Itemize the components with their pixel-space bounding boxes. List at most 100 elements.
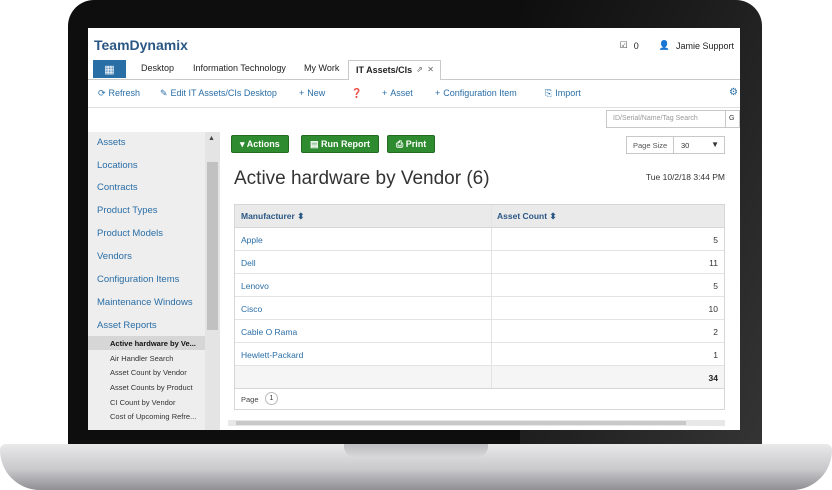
sidebar-report-asset-counts-product[interactable]: Asset Counts by Product xyxy=(110,383,193,392)
report-date: Tue 10/2/18 3:44 PM xyxy=(645,172,725,182)
column-asset-count[interactable]: Asset Count ⬍ xyxy=(497,211,557,222)
pin-icon[interactable]: ⇗ xyxy=(416,65,423,74)
app-screen: TeamDynamix ☑ 0 👤 Jamie Support ▦ Deskto… xyxy=(88,28,740,430)
import-button[interactable]: ⎘ Import xyxy=(545,88,581,99)
plus-icon: + xyxy=(435,88,441,98)
print-button[interactable]: ⎙ Print xyxy=(387,135,436,153)
gear-icon[interactable]: ⚙ xyxy=(729,87,738,98)
scroll-thumb[interactable] xyxy=(207,162,218,330)
search-button[interactable]: G xyxy=(726,110,740,128)
table-row: Dell 11 xyxy=(235,251,724,274)
tab-desktop[interactable]: Desktop xyxy=(141,63,174,73)
sidebar-item-configuration-items[interactable]: Configuration Items xyxy=(97,274,179,285)
column-divider xyxy=(491,343,492,365)
column-divider xyxy=(491,320,492,342)
column-manufacturer[interactable]: Manufacturer ⬍ xyxy=(241,211,304,222)
sidebar-item-product-models[interactable]: Product Models xyxy=(97,228,163,239)
manufacturer-link[interactable]: Apple xyxy=(241,235,263,245)
new-label: New xyxy=(307,88,326,98)
manufacturer-link[interactable]: Lenovo xyxy=(241,281,269,291)
total-count: 34 xyxy=(708,373,718,383)
run-report-button[interactable]: ▤ Run Report xyxy=(301,135,380,153)
manufacturer-link[interactable]: Dell xyxy=(241,258,256,268)
user-icon: 👤 xyxy=(658,40,670,50)
refresh-button[interactable]: ⟳ Refresh xyxy=(98,88,140,99)
table-row: Lenovo 5 xyxy=(235,274,724,297)
caret-down-icon: ▼ xyxy=(711,140,719,149)
import-icon: ⎘ xyxy=(545,88,553,98)
help-icon[interactable]: ❓ xyxy=(351,88,362,99)
sidebar-report-cost-upcoming[interactable]: Cost of Upcoming Refre... xyxy=(110,412,196,421)
asset-count: 5 xyxy=(713,281,718,291)
sidebar-report-ci-count-vendor[interactable]: CI Count by Vendor xyxy=(110,398,175,407)
manufacturer-link[interactable]: Cisco xyxy=(241,304,262,314)
sidebar-report-air-handler[interactable]: Air Handler Search xyxy=(110,354,173,363)
close-icon[interactable]: ✕ xyxy=(427,65,434,74)
actions-button[interactable]: ▾ Actions xyxy=(231,135,289,153)
tab-information-technology[interactable]: Information Technology xyxy=(193,63,286,73)
sidebar-report-asset-count-vendor[interactable]: Asset Count by Vendor xyxy=(110,368,187,377)
grid-header: Manufacturer ⬍ Asset Count ⬍ xyxy=(235,205,724,228)
sidebar-item-asset-reports[interactable]: Asset Reports xyxy=(97,320,157,331)
tab-my-work[interactable]: My Work xyxy=(304,63,339,73)
table-row: Apple 5 xyxy=(235,228,724,251)
manufacturer-link[interactable]: Hewlett-Packard xyxy=(241,350,303,360)
tab-it-assets-label: IT Assets/CIs xyxy=(356,65,413,75)
page-size-label: Page Size xyxy=(626,136,675,154)
configuration-item-button[interactable]: + Configuration Item xyxy=(435,88,517,98)
edit-desktop-label: Edit IT Assets/CIs Desktop xyxy=(170,88,277,98)
top-bar: TeamDynamix ☑ 0 👤 Jamie Support xyxy=(88,28,740,60)
sidebar-report-active-hardware[interactable]: Active hardware by Ve... xyxy=(110,339,196,348)
user-name[interactable]: Jamie Support xyxy=(676,41,734,51)
report-grid: Manufacturer ⬍ Asset Count ⬍ Apple 5 Dell… xyxy=(234,204,725,410)
page-size-select[interactable]: 30 ▼ xyxy=(673,136,725,154)
total-row: 34 xyxy=(235,366,724,389)
refresh-label: Refresh xyxy=(108,88,141,98)
horizontal-scroll-thumb[interactable] xyxy=(236,421,686,425)
column-divider xyxy=(491,228,492,250)
run-report-label: Run Report xyxy=(321,139,371,149)
edit-desktop-button[interactable]: ✎ Edit IT Assets/CIs Desktop xyxy=(160,88,277,99)
search-row: ID/Serial/Name/Tag Search G xyxy=(88,108,740,132)
plus-icon: + xyxy=(299,88,305,98)
horizontal-scrollbar[interactable] xyxy=(228,420,725,426)
sidebar-item-vendors[interactable]: Vendors xyxy=(97,251,132,262)
column-divider xyxy=(491,251,492,273)
main-content: ▾ Actions ▤ Run Report ⎙ Print Page Size… xyxy=(228,132,740,430)
new-button[interactable]: + New xyxy=(299,88,325,98)
asset-count: 2 xyxy=(713,327,718,337)
toolbar: ⟳ Refresh ✎ Edit IT Assets/CIs Desktop + Ne… xyxy=(88,80,740,108)
pager: Page 1 xyxy=(235,389,724,409)
sidebar-item-locations[interactable]: Locations xyxy=(97,160,138,171)
actions-label: Actions xyxy=(246,139,280,149)
print-label: Print xyxy=(405,139,427,149)
search-input[interactable]: ID/Serial/Name/Tag Search xyxy=(606,110,726,128)
sidebar-item-contracts[interactable]: Contracts xyxy=(97,182,138,193)
scroll-up-icon[interactable]: ▲ xyxy=(208,135,215,142)
app-grid-button[interactable]: ▦ xyxy=(93,60,126,78)
printer-icon: ⎙ xyxy=(396,139,404,149)
table-row: Cisco 10 xyxy=(235,297,724,320)
sidebar-item-product-types[interactable]: Product Types xyxy=(97,205,158,216)
tab-bar: ▦ Desktop Information Technology My Work… xyxy=(88,60,740,80)
sidebar-item-maintenance-windows[interactable]: Maintenance Windows xyxy=(97,297,193,308)
manufacturer-link[interactable]: Cable O Rama xyxy=(241,327,297,337)
asset-button[interactable]: + Asset xyxy=(382,88,413,98)
asset-count: 11 xyxy=(709,258,718,268)
sort-icon: ⬍ xyxy=(549,211,557,221)
asset-count: 1 xyxy=(713,350,718,360)
grid-icon: ▦ xyxy=(104,63,115,76)
tab-it-assets[interactable]: IT Assets/CIs ⇗ ✕ xyxy=(348,60,441,80)
checkbox-icon[interactable]: ☑ xyxy=(620,40,628,51)
notification-count[interactable]: 0 xyxy=(634,41,639,51)
sidebar-item-assets[interactable]: Assets xyxy=(97,137,126,148)
column-manufacturer-label: Manufacturer xyxy=(241,211,295,221)
asset-count: 5 xyxy=(713,235,718,245)
document-icon: ▤ xyxy=(310,139,319,149)
brand-logo[interactable]: TeamDynamix xyxy=(94,37,188,53)
column-asset-count-label: Asset Count xyxy=(497,211,548,221)
page-number-button[interactable]: 1 xyxy=(265,392,278,405)
sidebar-scrollbar[interactable]: ▲ xyxy=(205,132,220,430)
asset-count: 10 xyxy=(708,304,718,314)
column-divider xyxy=(491,274,492,296)
